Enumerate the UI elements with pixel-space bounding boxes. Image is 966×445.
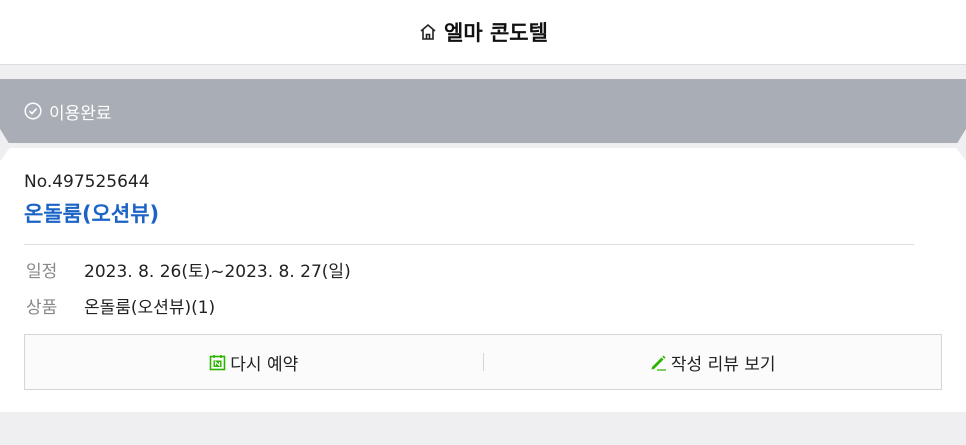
schedule-row: 일정 2023. 8. 26(토)~2023. 8. 27(일) <box>24 257 942 282</box>
schedule-value: 2023. 8. 26(토)~2023. 8. 27(일) <box>84 262 351 282</box>
hotel-title[interactable]: 엘마 콘도텔 <box>418 17 548 47</box>
action-bar: 다시 예약 작성 리뷰 보기 <box>24 334 942 390</box>
content: 이용완료 No.497525644 온돌룸(오션뷰) 일정 2023. 8. 2… <box>0 65 966 412</box>
product-label: 상품 <box>26 298 58 318</box>
booking-card: No.497525644 온돌룸(오션뷰) 일정 2023. 8. 26(토)~… <box>0 148 966 412</box>
schedule-label: 일정 <box>26 262 58 282</box>
product-row: 상품 온돌룸(오션뷰)(1) <box>24 293 942 318</box>
divider <box>24 244 914 245</box>
check-circle-icon <box>24 102 42 120</box>
hotel-name: 엘마 콘도텔 <box>444 21 548 45</box>
product-value: 온돌룸(오션뷰)(1) <box>84 298 216 318</box>
pencil-icon <box>651 355 666 371</box>
view-review-button[interactable]: 작성 리뷰 보기 <box>484 350 942 375</box>
order-number: No.497525644 <box>24 172 150 192</box>
status-label: 이용완료 <box>49 103 112 124</box>
home-icon <box>420 23 436 40</box>
top-bar: 엘마 콘도텔 <box>0 0 966 65</box>
status-bar: 이용완료 <box>0 79 966 143</box>
calendar-icon <box>209 354 226 370</box>
rebook-label: 다시 예약 <box>230 354 299 375</box>
view-review-label: 작성 리뷰 보기 <box>670 354 776 375</box>
rebook-button[interactable]: 다시 예약 <box>25 350 483 375</box>
room-name-link[interactable]: 온돌룸(오션뷰) <box>24 198 942 228</box>
